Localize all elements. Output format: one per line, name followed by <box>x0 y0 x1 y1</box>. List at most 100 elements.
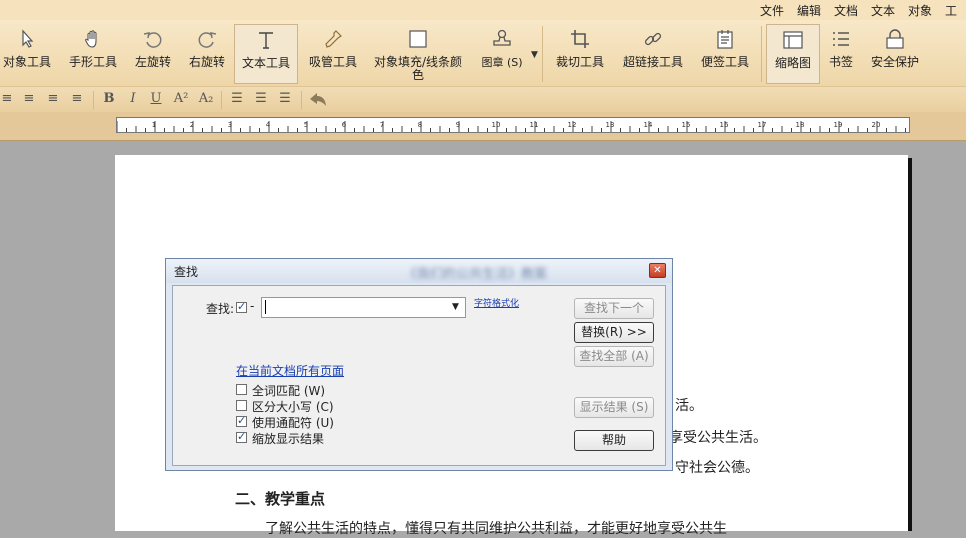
fill-icon <box>409 30 427 48</box>
menu-text[interactable]: 文本 <box>871 2 895 19</box>
find-option-checkbox[interactable] <box>236 300 247 313</box>
dialog-titlebar[interactable]: 查找 《我们的公共生活》教案 ✕ <box>166 259 672 283</box>
wildcard-checkbox[interactable] <box>236 414 247 427</box>
show-results-button[interactable]: 显示结果 (S) <box>574 397 654 418</box>
wildcard-label: 使用通配符 (U) <box>252 416 334 430</box>
thumbnail-icon <box>783 31 803 49</box>
toolbar-separator <box>542 26 543 82</box>
undo-icon[interactable] <box>308 91 328 109</box>
ruler-ticks: 1 2 3 4 5 6 7 8 9 10 11 12 13 14 15 16 17 18 19 20 <box>117 121 906 132</box>
subscript-button[interactable]: A₂ <box>197 91 215 109</box>
ruler-number: 15 <box>682 121 691 129</box>
align-left-icon[interactable]: ≡ <box>0 91 14 109</box>
horizontal-ruler[interactable]: 1 2 3 4 5 6 7 8 9 10 11 12 13 14 15 16 17 18 19 20 <box>116 117 910 133</box>
doc-text-line: 活。 <box>675 398 703 414</box>
bold-button[interactable]: B <box>102 91 116 109</box>
ruler-number: 6 <box>342 121 347 129</box>
ruler-number: 12 <box>568 121 577 129</box>
align-center-icon[interactable]: ≡ <box>22 91 36 109</box>
eyedropper-tool-label: 吸管工具 <box>308 55 357 69</box>
ruler-number: 20 <box>872 121 881 129</box>
text-tool-button[interactable]: 文本工具 <box>234 24 298 84</box>
crop-tool-button[interactable]: 裁切工具 <box>552 24 608 84</box>
format-separator <box>221 91 222 109</box>
ruler-number: 2 <box>190 121 194 129</box>
toolbar-separator <box>761 26 762 82</box>
fill-tool-label: 对象填充/线条颜色 <box>373 55 463 82</box>
find-dialog: 查找 《我们的公共生活》教案 ✕ 查找: - ▼ 字符格式化 查找下一个 替换(… <box>165 258 673 471</box>
align-justify-icon[interactable]: ≡ <box>70 91 84 109</box>
ruler-number: 14 <box>644 121 653 129</box>
find-dropdown-arrow-icon[interactable]: ▼ <box>452 302 459 312</box>
underline-button[interactable]: U <box>149 91 163 109</box>
format-toolbar: ≡ ≡ ≡ ≡ B I U A² A₂ ☰ ☰ ☰ <box>0 86 966 113</box>
stamp-dropdown-arrow-icon[interactable]: ▼ <box>531 50 538 60</box>
object-tool-label: 对象工具 <box>2 55 51 69</box>
menu-edit[interactable]: 编辑 <box>797 2 821 19</box>
match-case-label: 区分大小写 (C) <box>252 400 334 414</box>
ruler-number: 1 <box>152 121 156 129</box>
bookmark-icon <box>833 32 849 46</box>
note-tool-label: 便签工具 <box>700 55 749 69</box>
stamp-tool-label: 图章 (S) <box>481 56 523 69</box>
help-button[interactable]: 帮助 <box>574 430 654 451</box>
ruler-number: 11 <box>530 121 539 129</box>
close-icon[interactable]: ✕ <box>649 263 666 278</box>
superscript-button[interactable]: A² <box>172 91 190 109</box>
text-tool-label: 文本工具 <box>241 56 290 70</box>
note-tool-button[interactable]: 便签工具 <box>696 24 754 84</box>
fill-tool-button[interactable]: 对象填充/线条颜色 <box>370 24 466 84</box>
bookmark-button[interactable]: 书签 <box>824 24 858 84</box>
format-separator <box>93 91 94 109</box>
align-right-icon[interactable]: ≡ <box>46 91 60 109</box>
ruler-number: 19 <box>834 121 843 129</box>
thumbnail-button[interactable]: 缩略图 <box>766 24 820 84</box>
rotate-left-icon <box>143 32 162 48</box>
ruler-number: 3 <box>228 121 232 129</box>
hand-tool-label: 手形工具 <box>68 55 117 69</box>
find-next-button[interactable]: 查找下一个 <box>574 298 654 319</box>
match-case-checkbox[interactable] <box>236 400 247 411</box>
rotate-right-label: 右旋转 <box>188 55 225 69</box>
page-shadow <box>908 158 912 531</box>
italic-button[interactable]: I <box>126 91 140 109</box>
text-icon <box>259 32 273 49</box>
stamp-icon <box>493 29 511 46</box>
stamp-tool-button[interactable]: 图章 (S) <box>474 24 530 84</box>
menu-file[interactable]: 文件 <box>760 2 784 19</box>
ruler-number: 7 <box>380 121 384 129</box>
bookmark-label: 书签 <box>828 55 853 69</box>
eyedropper-tool-button[interactable]: 吸管工具 <box>304 24 362 84</box>
ruler-number: 8 <box>418 121 422 129</box>
find-input[interactable]: ▼ <box>261 297 466 318</box>
hand-tool-button[interactable]: 手形工具 <box>66 24 120 84</box>
hyperlink-tool-button[interactable]: 超链接工具 <box>620 24 686 84</box>
rotate-left-button[interactable]: 左旋转 <box>130 24 176 84</box>
menu-document[interactable]: 文档 <box>834 2 858 19</box>
replace-button[interactable]: 替换(R) >> <box>574 322 654 343</box>
security-button[interactable]: 安全保护 <box>866 24 924 84</box>
find-all-button[interactable]: 查找全部 (A) <box>574 346 654 367</box>
dialog-title: 查找 <box>174 265 199 279</box>
line-spacing-1-icon[interactable]: ☰ <box>229 91 245 109</box>
object-tool-button[interactable]: 对象工具 <box>0 24 54 84</box>
find-label: 查找: <box>206 302 235 316</box>
doc-text-line: 了解公共生活的特点，懂得只有共同维护公共利益，才能更好地享受公共生 <box>265 521 727 537</box>
rotate-left-label: 左旋转 <box>134 55 171 69</box>
rotate-right-icon <box>198 32 217 48</box>
eyedropper-icon <box>325 30 342 48</box>
line-spacing-2-icon[interactable]: ☰ <box>253 91 269 109</box>
zoom-results-checkbox[interactable] <box>236 430 247 443</box>
line-spacing-3-icon[interactable]: ☰ <box>277 91 293 109</box>
menu-object[interactable]: 对象 <box>908 2 932 19</box>
lock-icon <box>886 29 904 49</box>
crop-tool-label: 裁切工具 <box>555 55 604 69</box>
whole-word-checkbox[interactable] <box>236 384 247 395</box>
char-format-link[interactable]: 字符格式化 <box>474 296 519 309</box>
format-separator <box>301 91 302 109</box>
ruler-number: 10 <box>492 121 501 129</box>
search-scope-link[interactable]: 在当前文档所有页面 <box>236 362 344 379</box>
hand-icon <box>84 30 97 48</box>
thumbnail-label: 缩略图 <box>774 56 811 70</box>
rotate-right-button[interactable]: 右旋转 <box>184 24 230 84</box>
